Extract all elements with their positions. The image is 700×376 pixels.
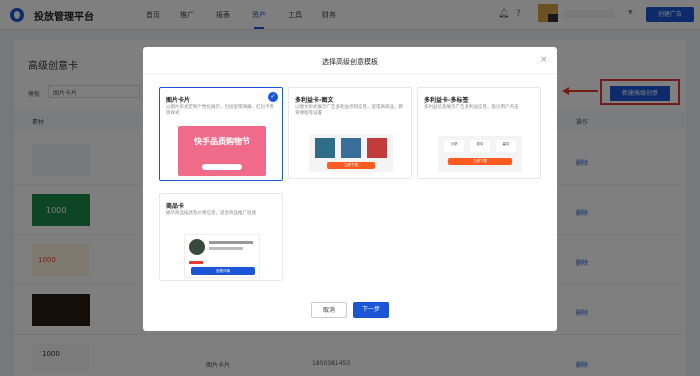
template-modal: 选择高级创意模板 × 图片卡片 以图片形式定制个性化展示，包括促销海报、红包卡券… — [143, 47, 557, 331]
next-button[interactable]: 下一步 — [353, 302, 389, 318]
card-desc: 多利益信息展示广告多利益信息，吸引用户点击 — [424, 105, 519, 110]
card-product[interactable]: 商品卡 展示商品描述及价格信息，适合商品推广投放 查看详情 — [159, 193, 283, 281]
close-icon[interactable]: × — [540, 55, 548, 65]
card-image[interactable]: 图片卡片 以图片形式定制个性化展示，包括促销海报、红包卡券等样式 ✓ 快手品质购… — [159, 87, 283, 181]
card-desc: 展示商品描述及价格信息，适合商品推广投放 — [166, 211, 256, 216]
modal-title: 选择高级创意模板 — [322, 58, 378, 66]
card-desc: 以图文形式展示广告多利益点和信息，促电商商品，教育课程等设置 — [295, 105, 403, 116]
cancel-button[interactable]: 取消 — [311, 302, 347, 318]
card-desc: 以图片形式定制个性化展示，包括促销海报、红包卡券等样式 — [166, 105, 274, 116]
card-title: 图片卡片 — [166, 97, 191, 104]
card-multi-benefit-tags[interactable]: 多利益卡-多标签 多利益信息展示广告多利益信息，吸引用户点击 小学 初中 高中 … — [417, 87, 541, 179]
card-multi-benefit-graphic[interactable]: 多利益卡-图文 以图文形式展示广告多利益点和信息，促电商商品，教育课程等设置 立… — [288, 87, 412, 179]
check-icon: ✓ — [268, 92, 278, 102]
card-title: 多利益卡-图文 — [295, 97, 334, 104]
card-title: 商品卡 — [166, 203, 185, 210]
poster-image: 快手品质购物节 — [178, 126, 266, 176]
card-title: 多利益卡-多标签 — [424, 97, 469, 104]
